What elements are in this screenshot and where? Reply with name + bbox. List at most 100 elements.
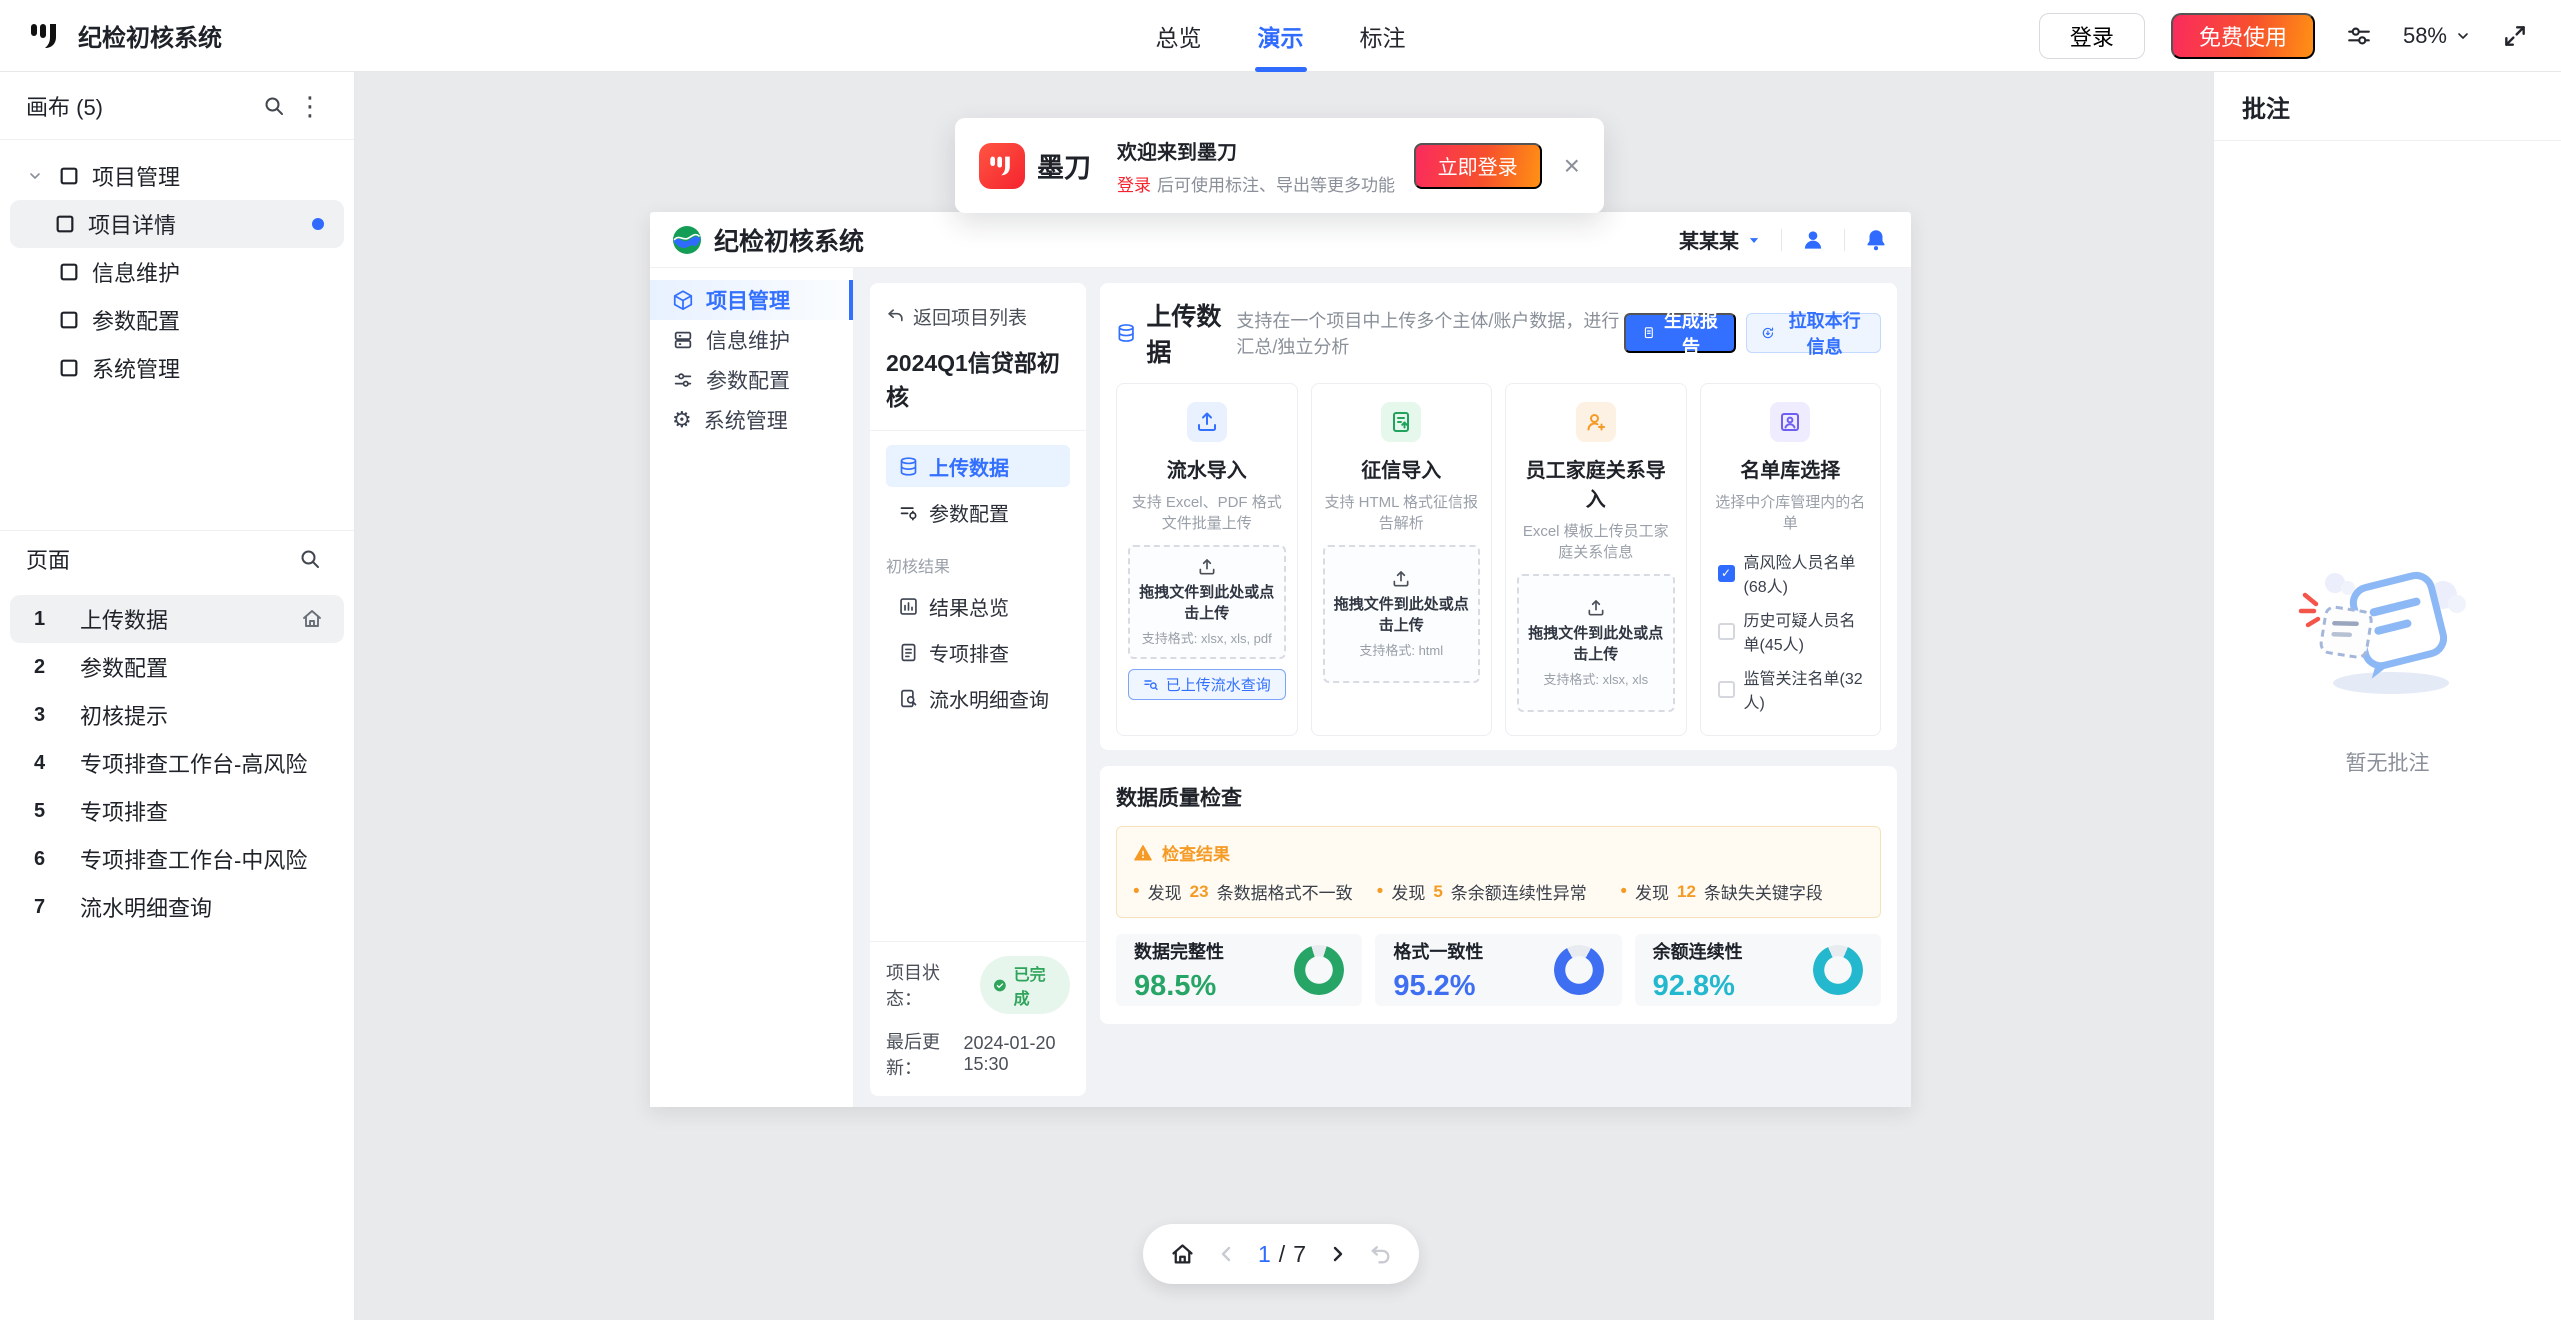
triangle-down-icon xyxy=(1745,231,1763,249)
canvas-tree: 项目管理 项目详情 信息维护 参数配置 系统管理 xyxy=(0,140,354,530)
canvas-item-project-detail[interactable]: 项目详情 xyxy=(10,200,344,248)
mockup-nav-system-management[interactable]: ⚙ 系统管理 xyxy=(650,400,853,440)
back-icon xyxy=(886,307,905,326)
frame-icon xyxy=(58,309,80,331)
tab-preview[interactable]: 演示 xyxy=(1258,0,1304,72)
mockup-nav-info-maintenance[interactable]: 信息维护 xyxy=(650,320,853,360)
sliders-gear-icon xyxy=(898,502,919,523)
id-card-icon xyxy=(1770,402,1810,442)
canvas-item-info-maintenance[interactable]: 信息维护 xyxy=(0,248,354,296)
report-icon xyxy=(1642,324,1656,342)
pages-section-title: 页面 xyxy=(26,543,70,575)
check-result-box: 检查结果 • 发现 23 条数据格式不一致 xyxy=(1116,826,1881,918)
home-button[interactable] xyxy=(1169,1241,1196,1268)
status-label: 项目状态： xyxy=(886,959,970,1011)
generate-report-button[interactable]: 生成报告 xyxy=(1624,313,1737,353)
progress-ring xyxy=(1294,945,1344,995)
page-item-7[interactable]: 7流水明细查询 xyxy=(0,883,354,931)
panel-menu-flow-detail-query[interactable]: 流水明细查询 xyxy=(886,677,1070,719)
mockup-nav-project-management[interactable]: 项目管理 xyxy=(650,280,853,320)
checkbox-icon[interactable] xyxy=(1718,623,1735,640)
finding-missing: • 发现 12 条缺失关键字段 xyxy=(1620,879,1864,904)
chevron-down-icon xyxy=(24,168,46,184)
flow-dropzone[interactable]: 拖拽文件到此处或点击上传 支持格式: xlsx, xls, pdf xyxy=(1128,545,1286,659)
banner-close-icon[interactable]: × xyxy=(1564,152,1580,180)
preferences-icon[interactable] xyxy=(2341,18,2377,54)
canvas-more-icon[interactable]: ⋮ xyxy=(292,88,328,124)
page-item-3[interactable]: 3初核提示 xyxy=(0,691,354,739)
banner-login-link[interactable]: 登录 xyxy=(1117,171,1151,196)
credit-dropzone[interactable]: 拖拽文件到此处或点击上传 支持格式: html xyxy=(1323,545,1481,683)
option-high-risk[interactable]: ✓ 高风险人员名单(68人) xyxy=(1718,549,1870,597)
status-badge: 已完成 xyxy=(980,956,1070,1014)
server-icon xyxy=(672,329,694,351)
banner-brand: 墨刀 xyxy=(1037,146,1091,185)
sliders-icon xyxy=(672,369,694,391)
updated-label: 最后更新： xyxy=(886,1028,953,1080)
upload-card-credit-import: 征信导入 支持 HTML 格式征信报告解析 拖拽文件到此处或点击上传 支持格式:… xyxy=(1311,383,1493,736)
mockup-nav-parameter-config[interactable]: 参数配置 xyxy=(650,360,853,400)
database-icon xyxy=(898,456,919,477)
frame-icon xyxy=(58,165,80,187)
user-icon[interactable] xyxy=(1800,227,1826,253)
empty-annotation-illustration xyxy=(2293,561,2483,711)
banner-login-now-button[interactable]: 立即登录 xyxy=(1414,143,1542,189)
canvas-item-parameter-config[interactable]: 参数配置 xyxy=(0,296,354,344)
page-item-6[interactable]: 6专项排查工作台-中风险 xyxy=(0,835,354,883)
app-window: 纪检初核系统 总览 演示 标注 登录 免费使用 58% xyxy=(0,0,2561,1320)
chevron-down-icon xyxy=(2455,28,2471,44)
option-regulator-watch[interactable]: 监管关注名单(32人) xyxy=(1718,665,1870,713)
canvas-item-project-management[interactable]: 项目管理 xyxy=(0,152,354,200)
tab-annotate[interactable]: 标注 xyxy=(1360,0,1406,72)
panel-menu-parameter-config[interactable]: 参数配置 xyxy=(886,491,1070,533)
uploaded-flow-query-button[interactable]: 已上传流水查询 xyxy=(1128,669,1286,700)
mockup-content: 返回项目列表 2024Q1信贷部初核 上传数据 参数配置 初核结果 xyxy=(854,268,1911,1107)
upload-desc: 支持在一个项目中上传多个主体/账户数据，进行汇总/独立分析 xyxy=(1236,307,1623,359)
user-menu[interactable]: 某某某 xyxy=(1679,225,1763,254)
upload-tray-icon xyxy=(1586,598,1606,618)
metric-balance-continuity: 余额连续性 92.8% xyxy=(1635,934,1881,1006)
upload-card-family-relation: 员工家庭关系导入 Excel 模板上传员工家庭关系信息 拖拽文件到此处或点击上传… xyxy=(1505,383,1687,736)
frame-icon xyxy=(58,261,80,283)
tab-overview[interactable]: 总览 xyxy=(1156,0,1202,72)
checkbox-icon[interactable] xyxy=(1718,681,1735,698)
option-history-suspect[interactable]: 历史可疑人员名单(45人) xyxy=(1718,607,1870,655)
project-name: 2024Q1信贷部初核 xyxy=(886,344,1070,412)
empty-annotation-text: 暂无批注 xyxy=(2346,747,2430,777)
family-dropzone[interactable]: 拖拽文件到此处或点击上传 支持格式: xlsx, xls xyxy=(1517,574,1675,712)
page-item-2[interactable]: 2参数配置 xyxy=(0,643,354,691)
upload-tray-icon xyxy=(1197,557,1217,577)
mockup-sidebar: 项目管理 信息维护 参数配置 ⚙ 系统管理 xyxy=(650,268,854,1107)
back-to-project-list[interactable]: 返回项目列表 xyxy=(886,303,1070,330)
next-page-icon[interactable] xyxy=(1325,1242,1349,1266)
checkbox-checked-icon[interactable]: ✓ xyxy=(1718,565,1735,582)
canvas-section-title: 画布 (5) xyxy=(26,90,103,122)
zoom-level: 58% xyxy=(2403,23,2447,49)
zoom-control[interactable]: 58% xyxy=(2403,23,2471,49)
bell-icon[interactable] xyxy=(1863,227,1889,253)
project-panel: 返回项目列表 2024Q1信贷部初核 上传数据 参数配置 初核结果 xyxy=(870,283,1086,1096)
free-use-button[interactable]: 免费使用 xyxy=(2171,13,2315,59)
quality-title: 数据质量检查 xyxy=(1116,782,1881,812)
prev-page-icon[interactable] xyxy=(1215,1242,1239,1266)
canvas-item-system-management[interactable]: 系统管理 xyxy=(0,344,354,392)
upload-main: 上传数据 支持在一个项目中上传多个主体/账户数据，进行汇总/独立分析 生成报告 … xyxy=(1100,283,1897,1024)
page-item-1[interactable]: 1 上传数据 xyxy=(10,595,344,643)
list-search-icon xyxy=(1143,677,1159,693)
login-button[interactable]: 登录 xyxy=(2039,13,2145,59)
mockingbot-logo-icon xyxy=(28,21,64,51)
person-add-icon xyxy=(1576,402,1616,442)
pages-search-icon[interactable] xyxy=(292,541,328,577)
panel-menu-upload-data[interactable]: 上传数据 xyxy=(886,445,1070,487)
page-item-4[interactable]: 4专项排查工作台-高风险 xyxy=(0,739,354,787)
pull-bank-info-button[interactable]: 拉取本行信息 xyxy=(1746,313,1881,353)
sync-download-icon xyxy=(1761,324,1775,342)
page-item-5[interactable]: 5专项排查 xyxy=(0,787,354,835)
welcome-banner: 墨刀 欢迎来到墨刀 登录 后可使用标注、导出等更多功能 立即登录 × xyxy=(955,118,1604,213)
canvas-search-icon[interactable] xyxy=(256,88,292,124)
restart-icon[interactable] xyxy=(1368,1242,1393,1267)
panel-menu-special-check[interactable]: 专项排查 xyxy=(886,631,1070,673)
mockup-app-logo-icon xyxy=(672,225,702,255)
fullscreen-icon[interactable] xyxy=(2497,18,2533,54)
panel-menu-result-overview[interactable]: 结果总览 xyxy=(886,585,1070,627)
